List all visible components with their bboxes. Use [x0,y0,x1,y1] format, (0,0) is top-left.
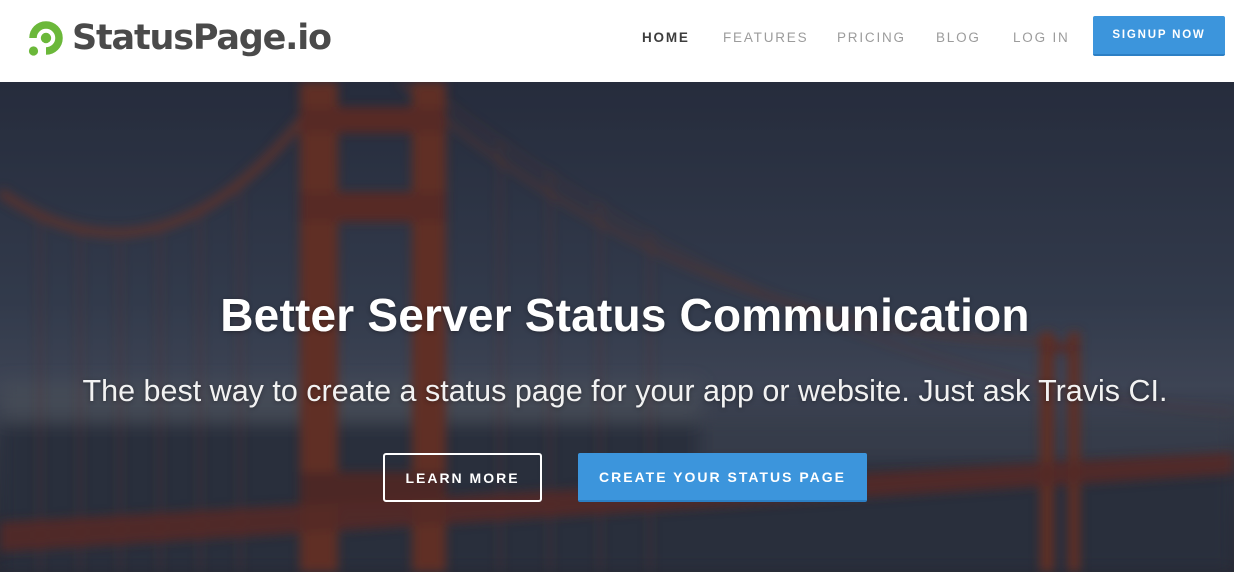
hero-title: Better Server Status Communication [220,289,1030,341]
learn-more-button[interactable]: LEARN MORE [383,453,542,502]
nav-login[interactable]: LOG IN [1013,29,1070,47]
create-status-page-button[interactable]: CREATE YOUR STATUS PAGE [578,453,867,502]
page: StatusPage.io HOME FEATURES PRICING BLOG… [0,0,1234,572]
nav-blog[interactable]: BLOG [936,29,981,47]
hero-subtitle: The best way to create a status page for… [82,374,1168,408]
signup-button[interactable]: SIGNUP NOW [1093,16,1225,56]
brand-name: StatusPage.io [72,18,332,58]
nav-features[interactable]: FEATURES [723,29,808,47]
hero-section: Better Server Status Communication The b… [0,82,1234,572]
site-header: StatusPage.io HOME FEATURES PRICING BLOG… [0,0,1234,82]
statuspage-logo-icon [28,21,63,56]
nav-home[interactable]: HOME [642,29,690,47]
nav-pricing[interactable]: PRICING [837,29,906,47]
logo-link[interactable]: StatusPage.io [26,15,332,61]
